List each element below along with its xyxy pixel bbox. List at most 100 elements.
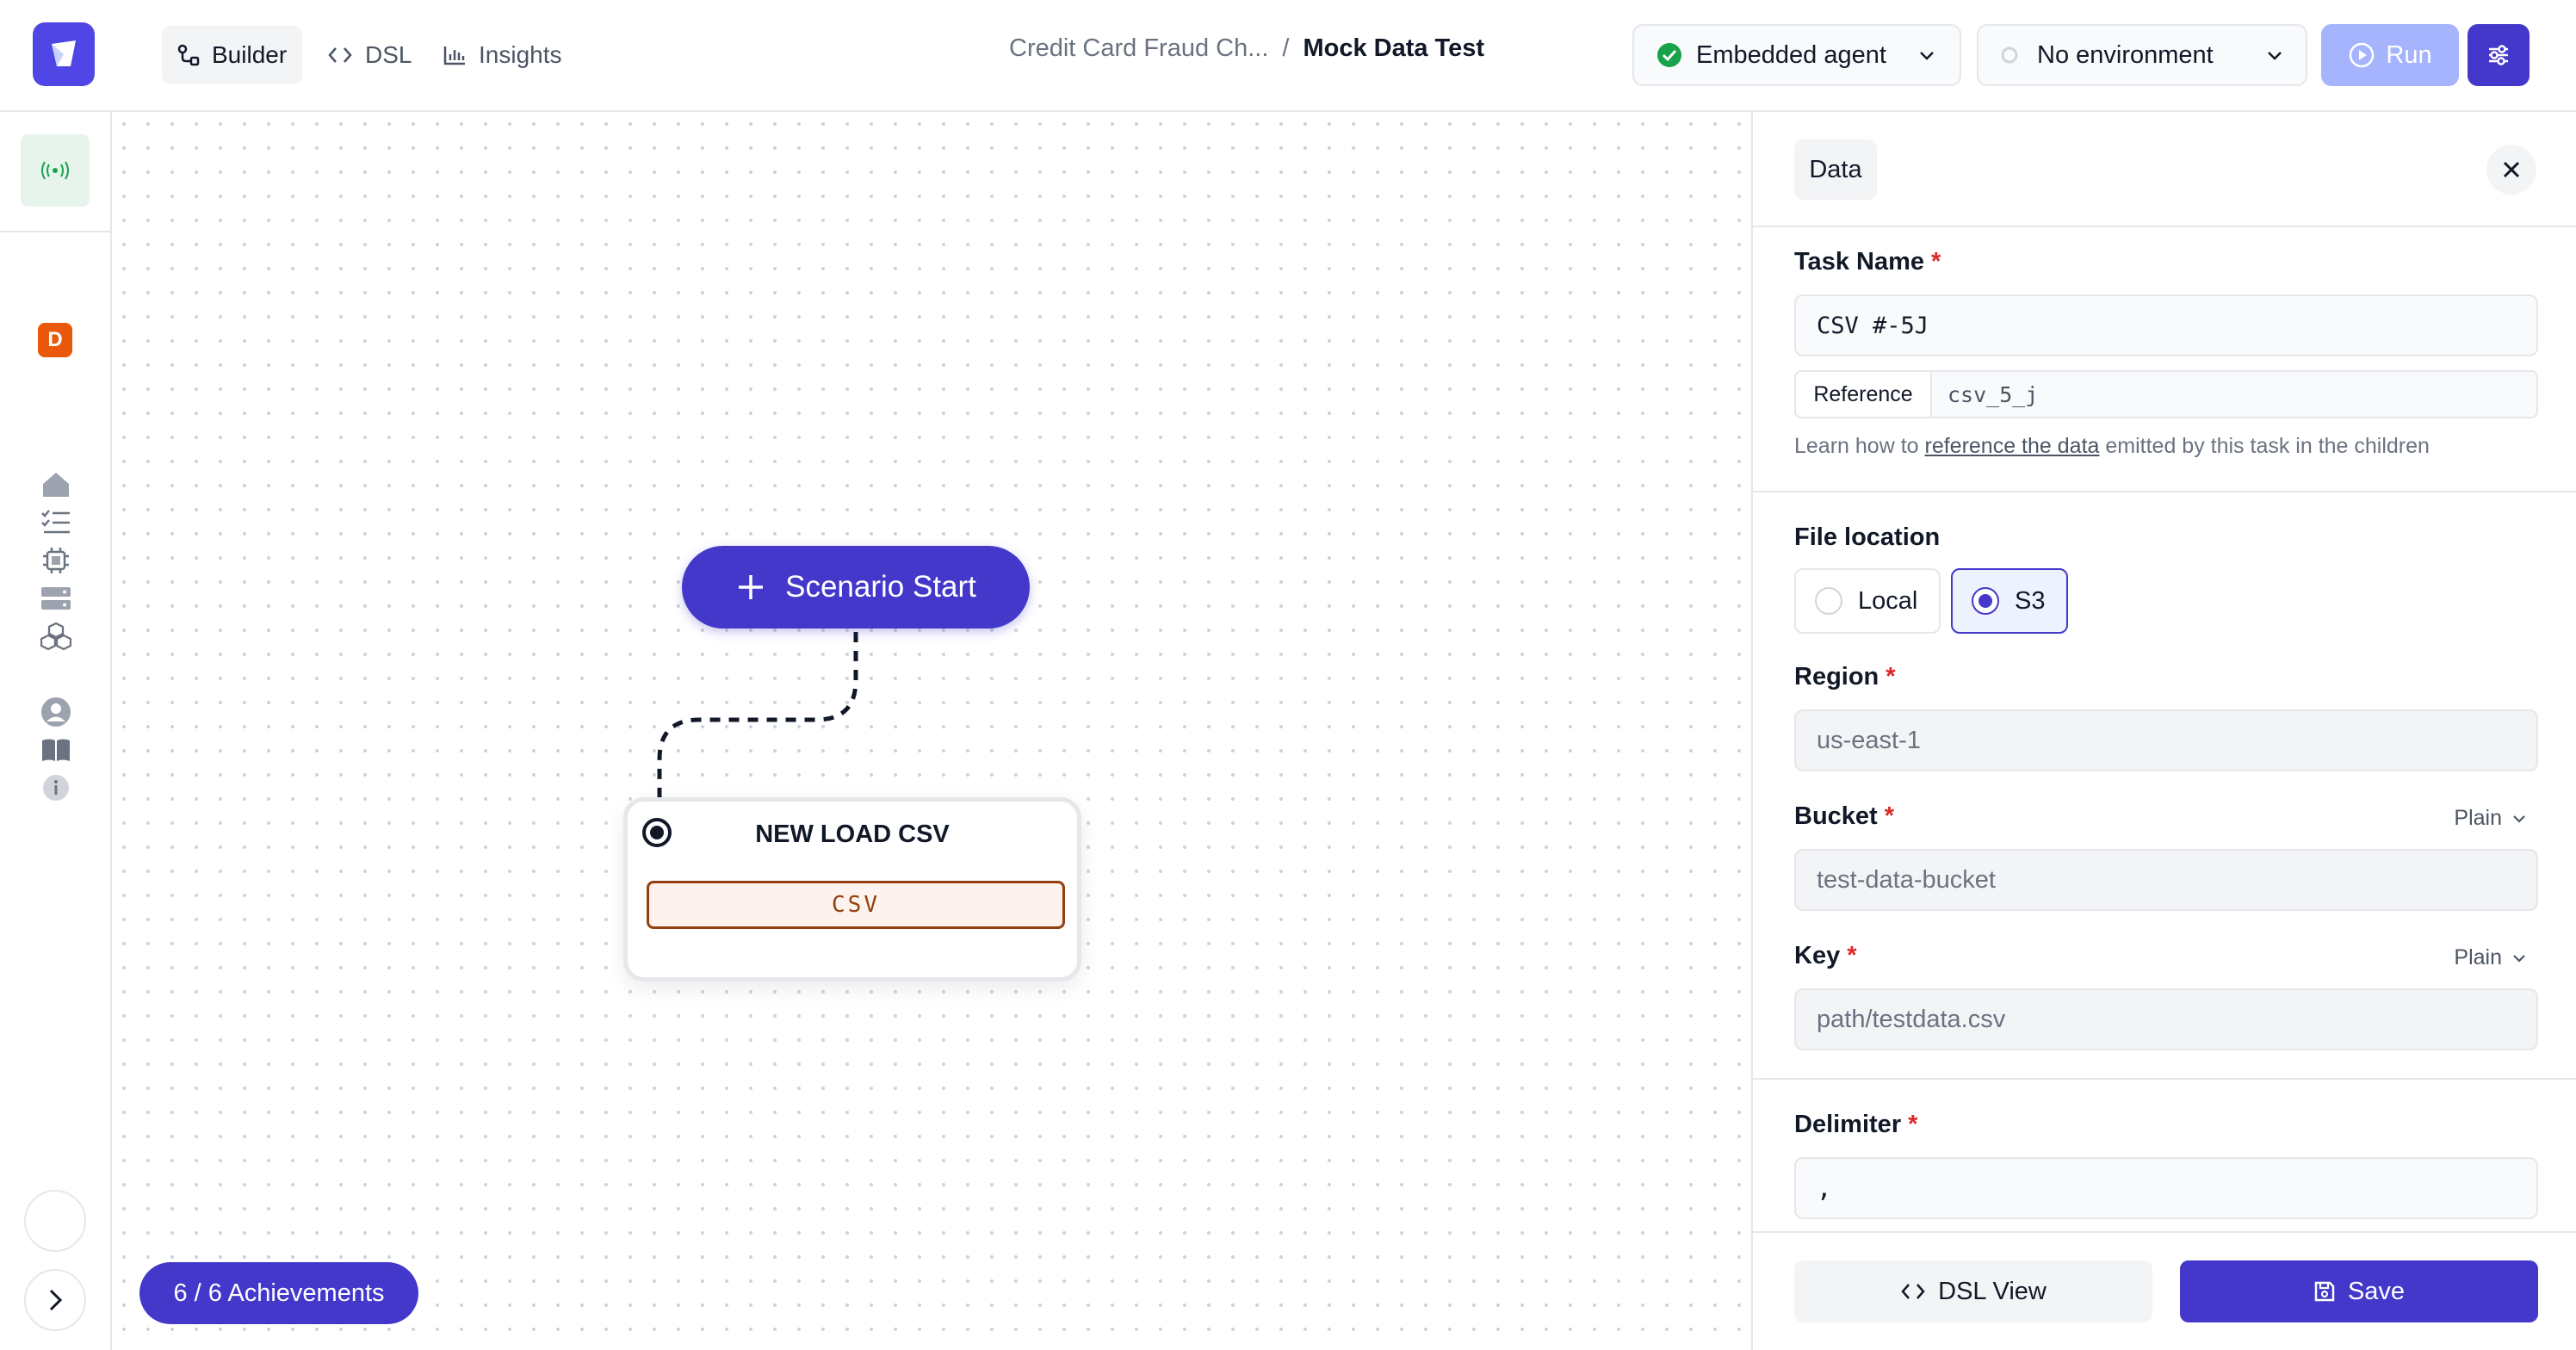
chevron-down-icon	[2513, 814, 2525, 823]
key-mode-label: Plain	[2454, 945, 2502, 969]
top-bar: Builder DSL Insights Credit Card Fraud C…	[0, 0, 2576, 112]
panel-divider	[1753, 1078, 2576, 1080]
region-label: Region *	[1794, 663, 1896, 690]
reference-label: Reference	[1796, 372, 1932, 417]
radio-local[interactable]: Local	[1794, 568, 1941, 634]
dsl-view-button[interactable]: DSL View	[1794, 1260, 2152, 1322]
delimiter-label: Delimiter *	[1794, 1111, 1918, 1138]
panel-divider	[1753, 226, 2576, 227]
task-node[interactable]: NEW LOAD CSV CSV	[623, 797, 1081, 982]
delimiter-input[interactable]: ,	[1794, 1157, 2538, 1219]
breadcrumb: Credit Card Fraud Ch... / Mock Data Test	[1009, 34, 1484, 63]
key-mode-select[interactable]: Plain	[2454, 945, 2528, 970]
home-icon	[43, 473, 69, 497]
node-type-tag: CSV	[647, 881, 1065, 929]
broadcast-icon	[41, 161, 69, 180]
code-icon	[1901, 1284, 1925, 1299]
bucket-mode-label: Plain	[2454, 806, 2502, 830]
sidebar-item-docs[interactable]	[39, 733, 73, 767]
environment-select[interactable]: No environment	[1977, 24, 2307, 86]
sidebar-item-tasks[interactable]	[39, 505, 73, 540]
reference-help-link[interactable]: reference the data	[1925, 434, 2100, 458]
sidebar-item-home[interactable]	[39, 468, 73, 502]
logo-icon	[52, 40, 76, 66]
plus-icon	[739, 575, 764, 599]
agent-select-label: Embedded agent	[1696, 40, 1886, 69]
task-name-input[interactable]: CSV #-5J	[1794, 294, 2538, 356]
theme-toggle-button[interactable]	[24, 1190, 86, 1252]
agent-select[interactable]: Embedded agent	[1632, 24, 1961, 86]
sidebar-item-info[interactable]	[39, 771, 73, 805]
reference-value[interactable]: csv_5_j	[1932, 372, 2038, 417]
breadcrumb-current: Mock Data Test	[1303, 34, 1485, 62]
sidebar-item-agents[interactable]	[39, 543, 73, 578]
radio-s3-label: S3	[2015, 586, 2046, 615]
play-circle-icon	[2350, 42, 2375, 68]
workflow-icon	[177, 44, 200, 66]
workflow-canvas[interactable]: Scenario Start NEW LOAD CSV CSV 6 / 6 Ac…	[112, 112, 1751, 1350]
radio-checked-icon	[1972, 587, 1999, 615]
checklist-icon	[41, 510, 70, 534]
scenario-start-button[interactable]: Scenario Start	[682, 546, 1030, 629]
radio-unchecked-icon	[1815, 587, 1842, 615]
sidebar-divider	[0, 231, 110, 232]
edge-connector	[657, 632, 858, 827]
user-icon	[41, 697, 71, 727]
required-mark: *	[1886, 663, 1896, 690]
achievements-badge[interactable]: 6 / 6 Achievements	[139, 1262, 418, 1324]
tab-builder-label: Builder	[212, 41, 288, 68]
save-icon	[2314, 1281, 2335, 1302]
close-panel-button[interactable]	[2486, 145, 2536, 195]
panel-divider	[1753, 491, 2576, 492]
sidebar-item-broadcast[interactable]	[21, 134, 90, 207]
radio-s3[interactable]: S3	[1951, 568, 2068, 634]
environment-select-label: No environment	[2037, 40, 2214, 69]
expand-sidebar-button[interactable]	[24, 1269, 86, 1331]
sliders-icon	[2489, 45, 2508, 65]
bucket-input[interactable]: test-data-bucket	[1794, 849, 2538, 911]
sidebar-item-profile[interactable]	[39, 695, 73, 729]
code-icon	[328, 47, 352, 63]
required-mark: *	[1847, 942, 1857, 969]
bucket-label: Bucket *	[1794, 802, 1894, 830]
check-circle-icon	[1657, 43, 1681, 67]
bucket-mode-select[interactable]: Plain	[2454, 806, 2528, 831]
info-icon	[43, 775, 69, 801]
required-mark: *	[1908, 1111, 1918, 1138]
dsl-view-label: DSL View	[1938, 1277, 2047, 1305]
app-logo[interactable]	[33, 22, 95, 86]
sidebar-item-servers[interactable]	[39, 581, 73, 616]
panel-footer: DSL View Save	[1753, 1231, 2576, 1350]
settings-button[interactable]	[2468, 24, 2530, 86]
run-button[interactable]: Run	[2321, 24, 2459, 86]
task-config-panel: Data Task Name * CSV #-5J Reference csv_5…	[1751, 112, 2576, 1350]
tab-insights-label: Insights	[479, 41, 562, 68]
save-label: Save	[2347, 1277, 2406, 1305]
run-button-label: Run	[2386, 40, 2432, 69]
file-location-label: File location	[1794, 523, 1941, 551]
moon-icon	[45, 1210, 60, 1232]
tab-dsl[interactable]: DSL	[312, 26, 427, 84]
radio-local-label: Local	[1858, 586, 1918, 615]
bar-chart-icon	[443, 46, 465, 65]
avatar[interactable]: D	[38, 323, 72, 357]
breadcrumb-parent[interactable]: Credit Card Fraud Ch...	[1009, 34, 1268, 63]
save-button[interactable]: Save	[2180, 1260, 2538, 1322]
key-input[interactable]: path/testdata.csv	[1794, 988, 2538, 1050]
tab-insights[interactable]: Insights	[427, 26, 578, 84]
modules-icon	[40, 622, 71, 651]
chip-icon	[43, 548, 69, 573]
tab-data[interactable]: Data	[1794, 139, 1877, 200]
status-dot-icon	[2001, 46, 2018, 64]
tab-builder[interactable]: Builder	[162, 26, 303, 84]
key-label: Key *	[1794, 942, 1857, 969]
sidebar-item-modules[interactable]	[39, 619, 73, 653]
close-icon	[2503, 161, 2520, 178]
region-input[interactable]: us-east-1	[1794, 709, 2538, 771]
chevron-right-icon	[49, 1289, 63, 1311]
chevron-down-icon	[1920, 52, 1934, 60]
server-icon	[41, 587, 71, 610]
chevron-down-icon	[2513, 954, 2525, 963]
reference-help-text: Learn how to reference the data emitted …	[1794, 434, 2430, 458]
tab-dsl-label: DSL	[365, 41, 412, 68]
